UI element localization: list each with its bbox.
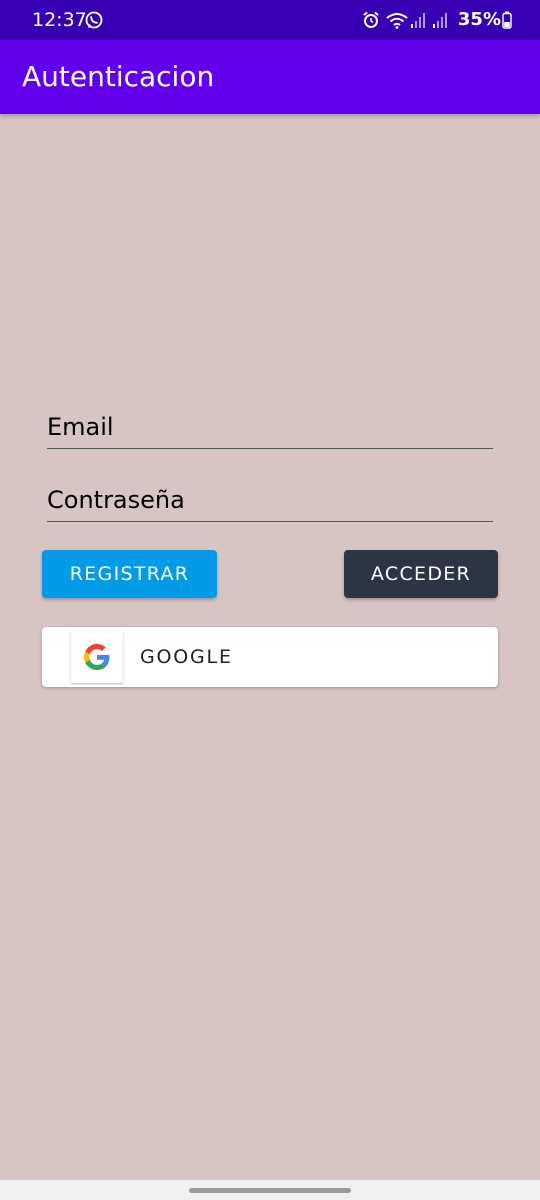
alarm-icon	[362, 11, 380, 29]
status-icons: 35%	[362, 8, 512, 32]
app-bar: Autenticacion	[0, 40, 540, 114]
google-sign-in-button[interactable]: GOOGLE	[42, 627, 498, 687]
password-field-label: Contraseña	[47, 486, 185, 514]
google-logo-icon	[71, 631, 123, 683]
password-field[interactable]: Contraseña	[47, 481, 493, 522]
navigation-bar	[0, 1180, 540, 1200]
signal-icon	[432, 11, 450, 29]
status-bar: 12:37 35%	[0, 0, 540, 40]
status-time: 12:37	[32, 9, 87, 31]
app-title: Autenticacion	[22, 60, 215, 93]
battery-icon	[502, 11, 512, 29]
home-gesture-handle[interactable]	[189, 1188, 351, 1193]
email-field-label: Email	[47, 413, 114, 441]
email-field[interactable]: Email	[47, 408, 493, 449]
google-button-label: GOOGLE	[140, 646, 233, 668]
login-button[interactable]: ACCEDER	[344, 550, 498, 598]
register-button[interactable]: REGISTRAR	[42, 550, 217, 598]
battery-percent: 35%	[457, 9, 501, 30]
wifi-icon	[386, 11, 408, 29]
whatsapp-icon	[84, 10, 104, 30]
signal-icon	[410, 11, 428, 29]
